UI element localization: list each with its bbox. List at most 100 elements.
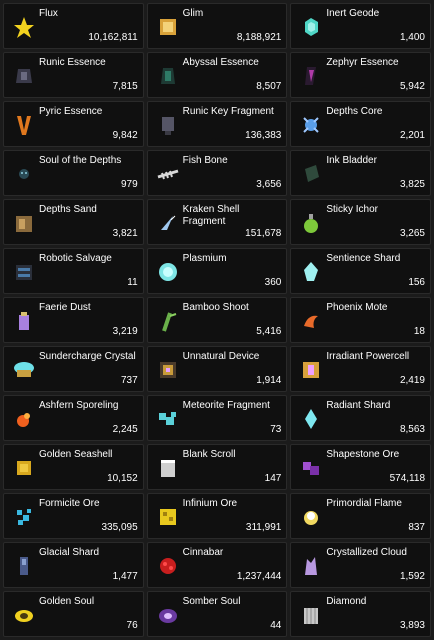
inventory-item[interactable]: Phoenix Mote 18	[290, 297, 431, 343]
item-name: Bamboo Shoot	[182, 302, 249, 313]
runic-key-fragment-icon	[153, 110, 183, 140]
item-count: 8,563	[399, 424, 425, 435]
inventory-item[interactable]: Radiant Shard 8,563	[290, 395, 431, 441]
inventory-item[interactable]: Ink Bladder 3,825	[290, 150, 431, 196]
golden-seashell-icon	[9, 453, 39, 483]
item-name: Zephyr Essence	[326, 57, 399, 68]
item-name: Meteorite Fragment	[182, 400, 270, 411]
inventory-item[interactable]: Irradiant Powercell 2,419	[290, 346, 431, 392]
inventory-item[interactable]: Golden Seashell 10,152	[3, 444, 144, 490]
inventory-item[interactable]: Crystallized Cloud 1,592	[290, 542, 431, 588]
inventory-item[interactable]: Inert Geode 1,400	[290, 3, 431, 49]
item-count: 3,821	[112, 228, 138, 239]
item-count: 1,477	[112, 571, 138, 582]
item-count: 1,237,444	[236, 571, 282, 582]
sentience-shard-icon	[296, 257, 326, 287]
item-count: 574,118	[389, 473, 425, 484]
inventory-item[interactable]: Blank Scroll 147	[146, 444, 288, 490]
inventory-item[interactable]: Formicite Ore 335,095	[3, 493, 144, 539]
depths-sand-icon	[9, 208, 39, 238]
item-name: Sundercharge Crystal	[39, 351, 136, 362]
item-count: 156	[408, 277, 425, 288]
inventory-item[interactable]: Depths Core 2,201	[290, 101, 431, 147]
item-count: 5,942	[399, 81, 425, 92]
soul-of-depths-icon	[9, 159, 39, 189]
robotic-salvage-icon	[9, 257, 39, 287]
item-name: Radiant Shard	[326, 400, 391, 411]
item-name: Robotic Salvage	[39, 253, 112, 264]
inventory-item[interactable]: Faerie Dust 3,219	[3, 297, 144, 343]
inventory-item[interactable]: Ashfern Sporeling 2,245	[3, 395, 144, 441]
inventory-item[interactable]: Runic Essence 7,815	[3, 52, 144, 98]
item-name: Fish Bone	[182, 155, 228, 166]
item-name: Somber Soul	[182, 596, 241, 607]
item-count: 9,842	[112, 130, 138, 141]
item-count: 2,245	[112, 424, 138, 435]
inventory-item[interactable]: Flux 10,162,811	[3, 3, 144, 49]
inventory-item[interactable]: Fish Bone 3,656	[146, 150, 288, 196]
inventory-item[interactable]: Sundercharge Crystal 737	[3, 346, 144, 392]
item-name: Soul of the Depths	[39, 155, 122, 166]
item-name: Depths Sand	[39, 204, 97, 215]
item-count: 3,893	[399, 620, 425, 631]
item-name: Primordial Flame	[326, 498, 402, 509]
item-count: 44	[270, 620, 282, 631]
inventory-item[interactable]: Glacial Shard 1,477	[3, 542, 144, 588]
item-name: Depths Core	[326, 106, 383, 117]
item-name: Plasmium	[182, 253, 227, 264]
inventory-item[interactable]: Runic Key Fragment 136,383	[146, 101, 288, 147]
depths-core-icon	[296, 110, 326, 140]
inventory-item[interactable]: Pyric Essence 9,842	[3, 101, 144, 147]
item-count: 979	[120, 179, 138, 190]
item-count: 1,400	[399, 32, 425, 43]
inventory-item[interactable]: Bamboo Shoot 5,416	[146, 297, 288, 343]
inventory-item[interactable]: Depths Sand 3,821	[3, 199, 144, 245]
item-name: Golden Soul	[39, 596, 95, 607]
inventory-item[interactable]: Diamond 3,893	[290, 591, 431, 637]
inventory-item[interactable]: Primordial Flame 837	[290, 493, 431, 539]
item-count: 76	[126, 620, 138, 631]
item-name: Phoenix Mote	[326, 302, 388, 313]
inventory-item[interactable]: Robotic Salvage 11	[3, 248, 144, 294]
inventory-item[interactable]: Shapestone Ore 574,118	[290, 444, 431, 490]
item-name: Abyssal Essence	[182, 57, 259, 68]
inventory-item[interactable]: Somber Soul 44	[146, 591, 288, 637]
item-count: 2,419	[399, 375, 425, 386]
item-count: 3,825	[399, 179, 425, 190]
item-name: Ashfern Sporeling	[39, 400, 119, 411]
item-count: 1,914	[256, 375, 282, 386]
item-count: 3,219	[112, 326, 138, 337]
item-count: 1,592	[399, 571, 425, 582]
item-count: 147	[264, 473, 282, 484]
sundercharge-crystal-icon	[9, 355, 39, 385]
item-name: Sticky Ichor	[326, 204, 379, 215]
glim-cube-icon	[153, 12, 183, 42]
inventory-item[interactable]: Golden Soul 76	[3, 591, 144, 637]
inventory-item[interactable]: Meteorite Fragment 73	[146, 395, 288, 441]
item-name: Runic Key Fragment	[182, 106, 274, 117]
phoenix-mote-icon	[296, 306, 326, 336]
inventory-item[interactable]: Unnatural Device 1,914	[146, 346, 288, 392]
meteorite-fragment-icon	[153, 404, 183, 434]
somber-soul-icon	[153, 600, 183, 630]
inventory-item[interactable]: Sentience Shard 156	[290, 248, 431, 294]
inventory-item[interactable]: Glim 8,188,921	[146, 3, 288, 49]
inventory-item[interactable]: Cinnabar 1,237,444	[146, 542, 288, 588]
inventory-item[interactable]: Zephyr Essence 5,942	[290, 52, 431, 98]
radiant-shard-icon	[296, 404, 326, 434]
item-count: 737	[120, 375, 138, 386]
inventory-item[interactable]: Sticky Ichor 3,265	[290, 199, 431, 245]
inventory-item[interactable]: Plasmium 360	[146, 248, 288, 294]
item-name: Infinium Ore	[182, 498, 238, 509]
item-count: 10,162,811	[88, 32, 138, 43]
item-name: Flux	[39, 8, 58, 19]
item-name: Cinnabar	[182, 547, 224, 558]
inventory-item[interactable]: Kraken Shell Fragment 151,678	[146, 199, 288, 245]
item-count: 10,152	[107, 473, 138, 484]
item-name: Golden Seashell	[39, 449, 113, 460]
inventory-item[interactable]: Soul of the Depths 979	[3, 150, 144, 196]
formicite-ore-icon	[9, 502, 39, 532]
inventory-item[interactable]: Infinium Ore 311,991	[146, 493, 288, 539]
inventory-item[interactable]: Abyssal Essence 8,507	[146, 52, 288, 98]
item-count: 136,383	[245, 130, 282, 141]
